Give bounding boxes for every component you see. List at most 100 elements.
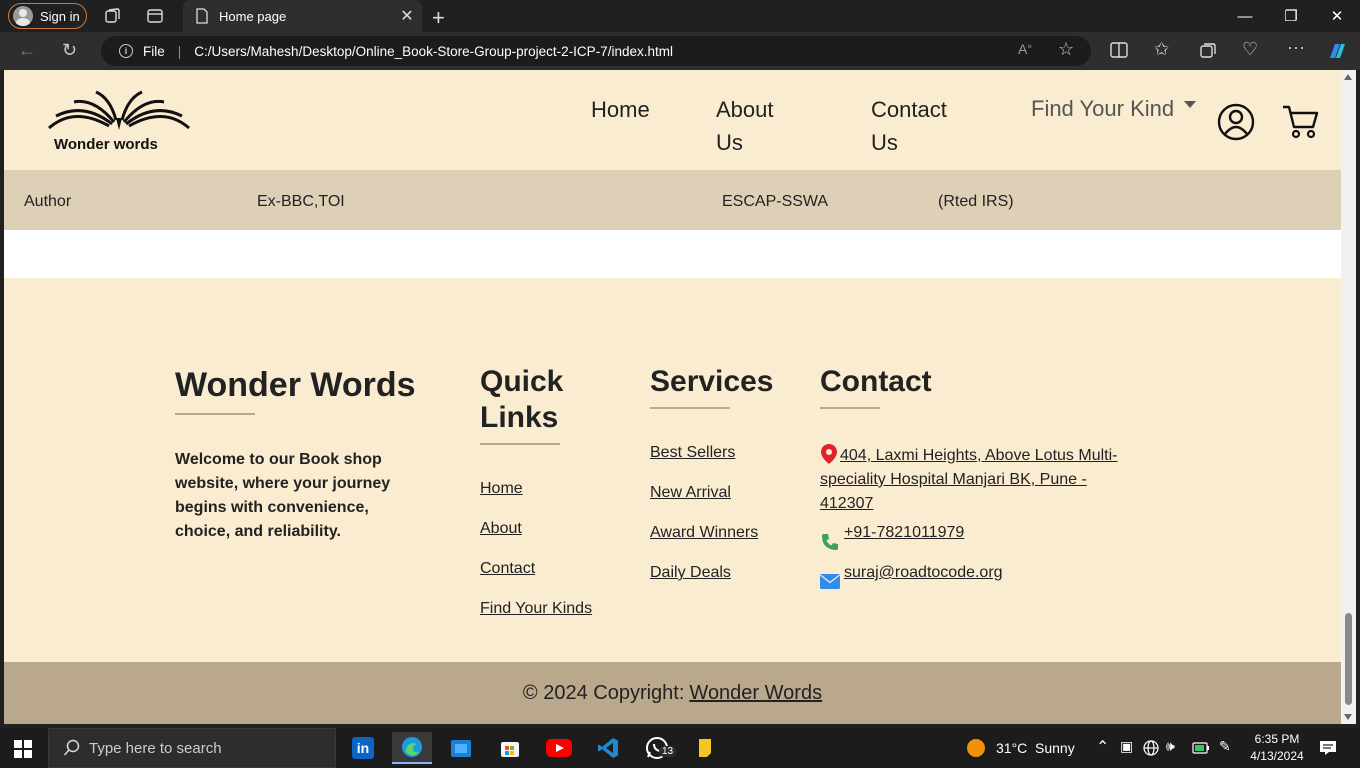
refresh-icon[interactable]: ↻ <box>62 40 77 61</box>
service-link-best-sellers[interactable]: Best Sellers <box>650 444 735 462</box>
close-tab-icon[interactable]: ✕ <box>392 6 422 26</box>
search-placeholder: Type here to search <box>89 739 222 757</box>
favorites-icon[interactable]: ✩ <box>1154 39 1169 60</box>
user-account-icon[interactable] <box>1217 103 1255 146</box>
search-icon <box>63 739 80 756</box>
profile-avatar-icon <box>13 6 33 26</box>
youtube-app-icon[interactable] <box>539 732 579 764</box>
browser-title-bar: Sign in Home page ✕ + — ❐ ✕ <box>0 0 1360 32</box>
browser-essentials-icon[interactable]: ♡ <box>1242 39 1258 60</box>
split-screen-icon[interactable] <box>1110 42 1128 63</box>
service-link-daily-deals[interactable]: Daily Deals <box>650 564 731 582</box>
read-aloud-icon[interactable]: A» <box>1018 41 1032 57</box>
chevron-down-icon <box>1184 100 1197 108</box>
footer-link-about[interactable]: About <box>480 520 522 538</box>
copilot-icon[interactable] <box>1326 40 1348 67</box>
notification-center-icon[interactable] <box>1319 740 1337 756</box>
battery-icon[interactable] <box>1192 741 1210 755</box>
sticky-notes-app-icon[interactable] <box>685 732 725 764</box>
site-footer: Wonder Words Welcome to our Book shop we… <box>4 278 1341 662</box>
weather-temperature[interactable]: 31°C <box>996 740 1027 756</box>
tab-home-page[interactable]: Home page ✕ <box>183 0 422 32</box>
scroll-up-icon[interactable] <box>1344 74 1352 80</box>
find-your-kind-dropdown[interactable]: Find Your Kind <box>1031 92 1197 125</box>
new-tab-icon[interactable]: + <box>432 5 445 31</box>
footer-link-find-your-kinds[interactable]: Find Your Kinds <box>480 600 592 618</box>
edge-app-icon[interactable] <box>392 732 432 764</box>
quick-links-title: Quick Links <box>480 364 563 436</box>
network-globe-icon[interactable] <box>1143 740 1159 756</box>
shopping-cart-icon[interactable] <box>1281 103 1319 144</box>
minimize-icon[interactable]: — <box>1222 0 1268 32</box>
footer-brand-title: Wonder Words <box>175 366 416 404</box>
footer-link-contact[interactable]: Contact <box>480 560 535 578</box>
quick-links-title-line2: Links <box>480 401 559 434</box>
workspaces-icon[interactable] <box>103 6 123 26</box>
quick-links-title-line1: Quick <box>480 365 564 398</box>
services-title: Services <box>650 365 774 398</box>
restore-icon[interactable]: ❐ <box>1268 0 1314 32</box>
favorite-star-icon[interactable]: ☆ <box>1058 39 1074 60</box>
service-link-new-arrival[interactable]: New Arrival <box>650 484 731 502</box>
address-line-2: speciality Hospital Manjari BK, Pune - <box>820 471 1087 488</box>
copyright-bar: © 2024 Copyright: Wonder Words <box>4 662 1341 724</box>
copyright-text: © 2024 Copyright: <box>522 681 685 704</box>
address-toolbar: ← ↻ i File | C:/Users/Mahesh/Desktop/Onl… <box>0 32 1360 70</box>
site-info-icon[interactable]: i <box>119 44 133 58</box>
linkedin-app-icon[interactable]: in <box>343 732 383 764</box>
vscode-app-icon[interactable] <box>588 732 628 764</box>
whatsapp-badge: 13 <box>659 746 677 757</box>
file-explorer-app-icon[interactable] <box>441 732 481 764</box>
nav-contact-line1: Contact <box>871 97 947 122</box>
close-window-icon[interactable]: ✕ <box>1314 0 1360 32</box>
address-line-3: 412307 <box>820 495 874 512</box>
author-col-3: ESCAP-SSWA <box>722 193 829 210</box>
weather-description[interactable]: Sunny <box>1035 740 1075 756</box>
clock-time: 6:35 PM <box>1254 732 1300 746</box>
find-your-kind-label: Find Your Kind <box>1031 96 1175 121</box>
site-header: Wonder words Home About Us Contact Us Fi… <box>4 70 1341 170</box>
contact-address-link[interactable]: 404, Laxmi Heights, Above Lotus Multi- s… <box>820 444 1140 516</box>
contact-email-link[interactable]: suraj@roadtocode.org <box>844 564 1003 582</box>
url-text[interactable]: C:/Users/Mahesh/Desktop/Online_Book-Stor… <box>194 44 673 59</box>
tab-actions-icon[interactable] <box>145 6 165 26</box>
page-viewport: Wonder words Home About Us Contact Us Fi… <box>4 70 1341 724</box>
service-link-award-winners[interactable]: Award Winners <box>650 524 758 542</box>
scroll-down-icon[interactable] <box>1344 714 1352 720</box>
copyright-brand-link[interactable]: Wonder Words <box>689 682 822 705</box>
windows-taskbar: Type here to search in 13 31°C Sunny ⌃ ▣… <box>0 728 1360 768</box>
sun-weather-icon <box>967 739 985 757</box>
nav-home-link[interactable]: Home <box>591 93 650 126</box>
divider <box>650 407 730 409</box>
author-col-4: (Rted IRS) <box>938 193 1014 210</box>
nav-about-link[interactable]: About Us <box>716 93 774 159</box>
page-icon <box>196 8 208 24</box>
nav-contact-link[interactable]: Contact Us <box>871 93 947 159</box>
tab-title: Home page <box>219 8 287 24</box>
scrollbar-thumb[interactable] <box>1345 613 1352 705</box>
address-bar[interactable]: i File | C:/Users/Mahesh/Desktop/Online_… <box>101 36 1091 66</box>
meet-now-icon[interactable]: ▣ <box>1120 738 1133 755</box>
tray-expand-chevron-icon[interactable]: ⌃ <box>1096 737 1109 757</box>
collections-icon[interactable] <box>1199 41 1217 64</box>
author-col-1: Author <box>24 193 72 210</box>
divider <box>480 443 560 445</box>
taskbar-search-box[interactable]: Type here to search <box>48 728 336 768</box>
contact-phone-link[interactable]: +91-7821011979 <box>844 524 964 542</box>
clock[interactable]: 6:35 PM 4/13/2024 <box>1247 731 1307 765</box>
sign-in-button[interactable]: Sign in <box>8 3 87 29</box>
author-col-2: Ex-BBC,TOI <box>257 193 345 210</box>
back-icon[interactable]: ← <box>18 40 36 61</box>
divider <box>820 407 880 409</box>
whatsapp-app-icon[interactable]: 13 <box>637 732 677 764</box>
more-menu-icon[interactable]: ··· <box>1287 37 1305 58</box>
pen-workspace-icon[interactable]: ✎ <box>1219 738 1231 755</box>
windows-start-icon[interactable] <box>14 740 32 763</box>
footer-link-home[interactable]: Home <box>480 480 523 498</box>
page-scrollbar[interactable] <box>1341 70 1356 724</box>
site-logo[interactable]: Wonder words <box>44 88 194 158</box>
microsoft-store-app-icon[interactable] <box>490 732 530 764</box>
author-info-row: Author Ex-BBC,TOI ESCAP-SSWA (Rted IRS) <box>4 170 1341 230</box>
volume-icon[interactable]: 🕪 <box>1166 738 1175 755</box>
clock-date: 4/13/2024 <box>1250 749 1304 763</box>
